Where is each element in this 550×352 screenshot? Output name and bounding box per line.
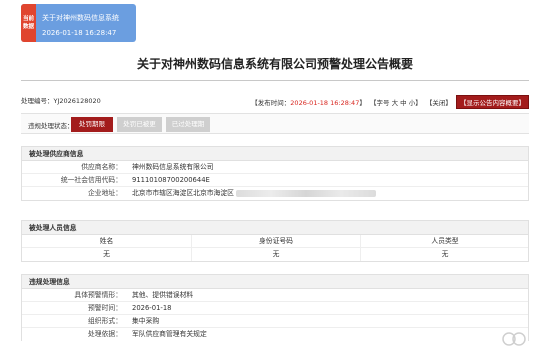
close-link[interactable]: 【关闭】 (426, 99, 452, 107)
person-name-cell: 无 (103, 250, 110, 258)
personnel-section: 被处理人员信息 姓名 身份证号码 人员类型 无 无 无 (21, 220, 529, 262)
address-value: 北京市市辖区海淀区北京市海淀区 (132, 189, 234, 197)
meta-bar: 处理编号：YJ2026128020 【发布时间：2026-01-18 16:28… (21, 95, 529, 109)
warning-scenario-value: 其他、提供错误材料 (132, 291, 194, 299)
supplier-section: 被处理供应商信息 供应商名称： 神州数码信息系统有限公司 统一社会信用代码： 9… (21, 146, 529, 201)
warning-time-value: 2026-01-18 (132, 304, 172, 312)
status-period-expired[interactable]: 已过处理期限 (166, 117, 210, 143)
doc-number: 处理编号：YJ2026128020 (21, 95, 101, 105)
basis-value: 军队供应商管理有关规定 (132, 330, 207, 338)
person-type-cell: 无 (360, 248, 529, 261)
notification-card[interactable]: 当前 数据 关于对神州数码信息系统 2026-01-18 16:28:47 (21, 4, 136, 42)
publish-close: 】 (359, 99, 366, 107)
warning-time-row: 预警时间： 2026-01-18 (22, 302, 528, 315)
personnel-row: 无 无 无 (22, 248, 528, 261)
org-form-value: 集中采购 (132, 317, 160, 325)
violation-section: 违规处理信息 具体预警情形： 其他、提供错误材料 预警时间： 2026-01-1… (21, 274, 529, 341)
supplier-name-value: 神州数码信息系统有限公司 (132, 163, 214, 171)
notification-title: 关于对神州数码信息系统 (42, 14, 119, 22)
warning-scenario-row: 具体预警情形： 其他、提供错误材料 (22, 289, 528, 302)
address-label: 企业地址： (88, 189, 122, 197)
address-value-wrap: 北京市市辖区海淀区北京市海淀区 (132, 187, 377, 200)
warning-scenario-label: 具体预警情形： (74, 291, 122, 299)
supplier-name-label: 供应商名称： (81, 163, 122, 171)
org-form-row: 组织形式： 集中采购 (22, 315, 528, 328)
font-big-link[interactable]: 大 (392, 97, 399, 107)
show-content-summary-button[interactable]: 【显示公告内容概要】 (456, 95, 529, 109)
personnel-header-row: 姓名 身份证号码 人员类型 (22, 235, 528, 248)
font-size-close: 】 (415, 99, 422, 107)
personnel-section-header: 被处理人员信息 (22, 221, 528, 235)
address-row: 企业地址： 北京市市辖区海淀区北京市海淀区 (22, 187, 528, 200)
status-within-penalty-period[interactable]: 处罚期限内 (71, 117, 113, 143)
col-type-header: 人员类型 (360, 235, 529, 248)
status-bar: 违规处理状态： 处罚期限内 处罚已被更正 已过处理期限 (21, 113, 529, 143)
current-data-badge: 当前 数据 (21, 4, 36, 42)
publish-label: 【发布时间： (251, 99, 291, 107)
page-title: 关于对神州数码信息系统有限公司预警处理公告概要 (136, 57, 413, 71)
credit-code-row: 统一社会信用代码： 91110108700200644E (22, 174, 528, 187)
status-penalty-corrected[interactable]: 处罚已被更正 (117, 117, 162, 143)
violation-section-header: 违规处理信息 (22, 275, 528, 289)
font-size-label: 【字号 (369, 99, 390, 107)
doc-number-label: 处理编号： (21, 97, 54, 105)
font-mid-link[interactable]: 中 (400, 97, 407, 107)
redacted-address (236, 189, 377, 197)
notification-datetime: 2026-01-18 16:28:47 (42, 29, 117, 37)
title-divider (21, 80, 529, 81)
doc-number-value: YJ2026128020 (53, 97, 101, 105)
credit-code-value: 91110108700200644E (132, 176, 210, 184)
basis-label: 处理依据： (88, 330, 122, 338)
warning-time-label: 预警时间： (88, 304, 122, 312)
status-label: 违规处理状态： (28, 122, 74, 130)
meta-actions: 【发布时间：2026-01-18 16:28:47】 【字号 大 中 小】 【关… (251, 95, 529, 109)
supplier-name-row: 供应商名称： 神州数码信息系统有限公司 (22, 161, 528, 174)
supplier-section-header: 被处理供应商信息 (22, 147, 528, 161)
org-form-label: 组织形式： (88, 317, 122, 325)
basis-row: 处理依据： 军队供应商管理有关规定 (22, 328, 528, 341)
credit-code-label: 统一社会信用代码： (60, 176, 122, 184)
person-id-cell: 无 (191, 248, 360, 261)
publish-time: 2026-01-18 16:28:47 (290, 99, 360, 107)
col-id-header: 身份证号码 (191, 235, 360, 248)
watermark-logo-icon (500, 330, 528, 348)
col-name-header: 姓名 (99, 237, 114, 245)
